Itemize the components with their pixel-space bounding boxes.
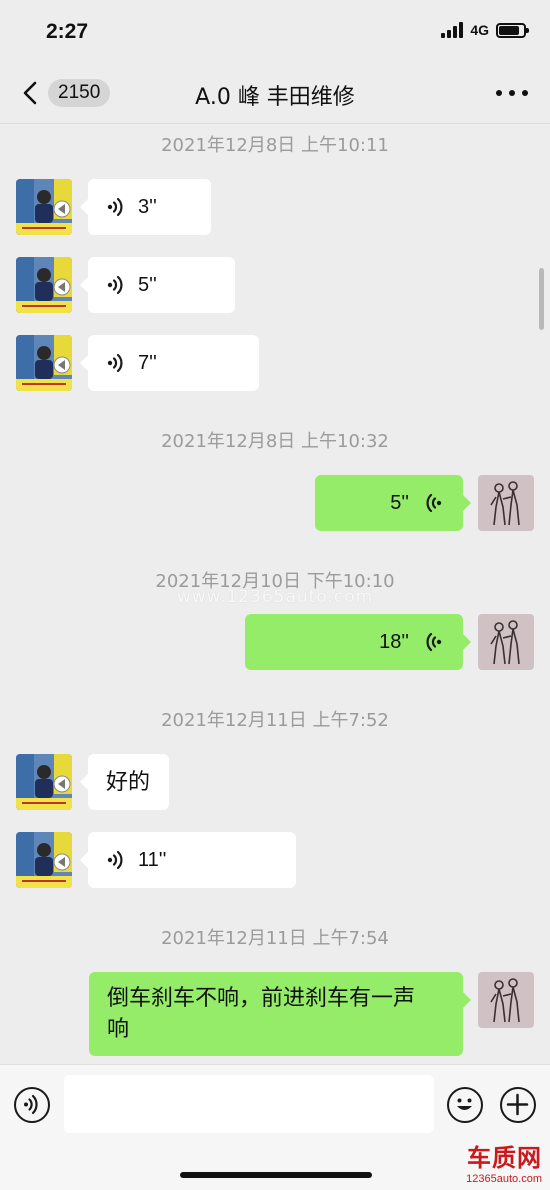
network-type: 4G — [470, 22, 489, 38]
voice-wave-icon — [106, 196, 126, 218]
message-text-line: 倒车刹车不响，前进刹车有一声 — [107, 986, 416, 1011]
voice-duration: 5'' — [390, 491, 409, 514]
site-logo: 车质网 12365auto.com — [446, 1138, 542, 1185]
battery-icon — [496, 22, 529, 38]
message-timestamp: 2021年12月8日 上午10:11 — [161, 135, 389, 156]
voice-duration: 7'' — [138, 351, 157, 374]
voice-wave-icon — [106, 274, 126, 296]
voice-message-outgoing[interactable]: 5'' — [315, 475, 471, 531]
text-message-incoming[interactable]: 好的 — [80, 754, 169, 810]
contact-avatar[interactable] — [16, 257, 72, 313]
more-options-button[interactable] — [496, 83, 528, 103]
message-text: 好的 — [106, 769, 151, 795]
voice-duration: 11'' — [138, 848, 167, 871]
message-timestamp: 2021年12月11日 上午7:52 — [161, 710, 389, 731]
cellular-signal-icon — [441, 22, 464, 38]
self-avatar[interactable] — [478, 614, 534, 670]
voice-wave-icon — [106, 849, 126, 871]
battery-level — [499, 25, 520, 35]
watermark: www.12365auto.com — [176, 587, 374, 607]
voice-duration: 5'' — [138, 273, 157, 296]
emoji-button[interactable] — [447, 1087, 483, 1123]
voice-duration: 3'' — [138, 195, 157, 218]
self-avatar[interactable] — [478, 475, 534, 531]
voice-mode-button[interactable] — [14, 1087, 50, 1123]
contact-avatar[interactable] — [16, 179, 72, 235]
more-dots-icon — [496, 90, 502, 96]
voice-wave-icon — [106, 352, 126, 374]
voice-message-incoming[interactable]: 7'' — [80, 335, 259, 391]
voice-message-outgoing[interactable]: 18'' — [245, 614, 471, 670]
logo-mark: 车质网 — [467, 1144, 542, 1172]
message-timestamp: 2021年12月11日 上午7:54 — [161, 928, 389, 949]
text-message-outgoing[interactable]: 倒车刹车不响，前进刹车有一声 响 — [89, 972, 471, 1056]
status-bar: 2:27 4G — [0, 0, 550, 62]
more-dot — [522, 90, 528, 96]
voice-wave-icon — [423, 631, 443, 653]
more-dot — [509, 90, 515, 96]
self-avatar[interactable] — [478, 972, 534, 1028]
logo-url: 12365auto.com — [466, 1173, 542, 1185]
contact-avatar[interactable] — [16, 754, 72, 810]
scrollbar[interactable] — [539, 268, 544, 330]
voice-message-incoming[interactable]: 3'' — [80, 179, 211, 235]
voice-message-incoming[interactable]: 5'' — [80, 257, 235, 313]
status-indicators: 4G — [441, 22, 529, 38]
voice-wave-icon — [423, 492, 443, 514]
chat-header: 2150 A.0 峰 丰田维修 — [0, 62, 550, 124]
contact-avatar[interactable] — [16, 832, 72, 888]
plus-icon — [506, 1093, 529, 1116]
status-time: 2:27 — [46, 20, 89, 43]
home-indicator[interactable] — [180, 1172, 372, 1178]
voice-duration: 18'' — [379, 630, 409, 653]
more-functions-button[interactable] — [500, 1087, 536, 1123]
voice-mode-icon — [24, 1094, 38, 1115]
message-text-line: 响 — [107, 1017, 130, 1042]
emoji-icon — [457, 1098, 472, 1110]
message-input[interactable] — [64, 1075, 434, 1133]
voice-message-incoming[interactable]: 11'' — [80, 832, 296, 888]
contact-avatar[interactable] — [16, 335, 72, 391]
chat-title: A.0 峰 丰田维修 — [195, 85, 355, 110]
message-text: 倒车刹车不响，前进刹车有一声 响 — [107, 983, 415, 1045]
message-timestamp: 2021年12月8日 上午10:32 — [161, 431, 389, 452]
